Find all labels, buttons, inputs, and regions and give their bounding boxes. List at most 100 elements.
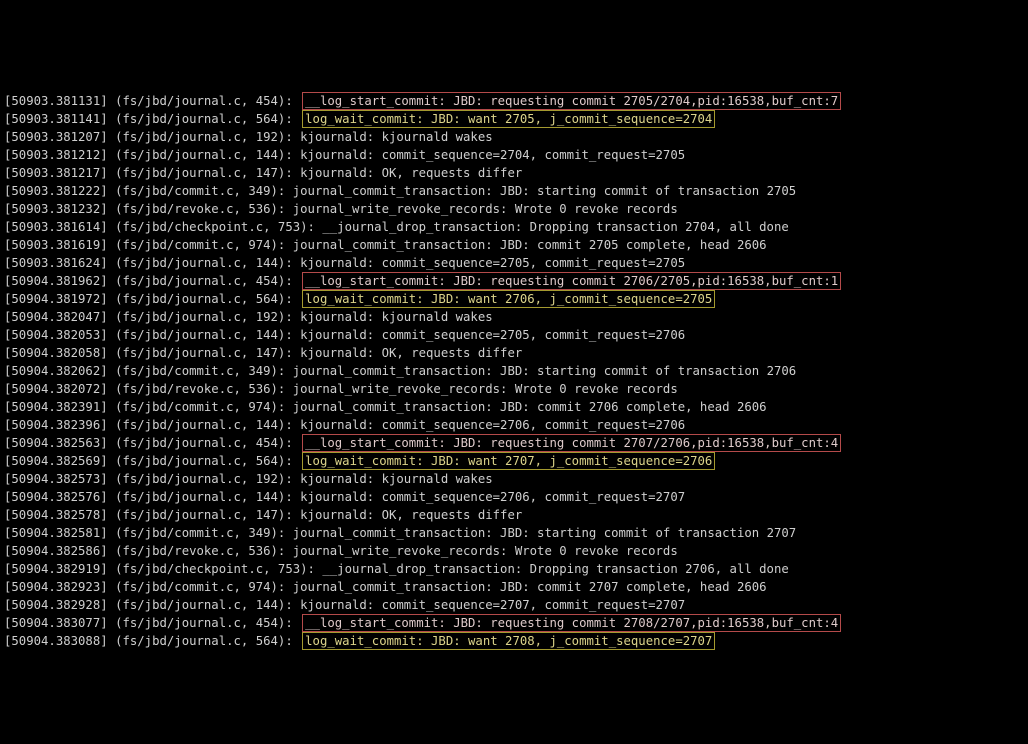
log-line: [50903.381619] (fs/jbd/commit.c, 974): j…	[4, 236, 1024, 254]
log-line: [50904.382047] (fs/jbd/journal.c, 192): …	[4, 308, 1024, 326]
timestamp: [50904.382053]	[4, 328, 108, 342]
log-line: [50904.382569] (fs/jbd/journal.c, 564): …	[4, 452, 1024, 470]
log-highlight-start-commit: __log_start_commit: JBD: requesting comm…	[302, 434, 841, 452]
log-message: kjournald: OK, requests differ	[300, 346, 522, 360]
source-ref: (fs/jbd/journal.c, 564):	[115, 454, 293, 468]
timestamp: [50904.382062]	[4, 364, 108, 378]
log-message: journal_write_revoke_records: Wrote 0 re…	[293, 544, 678, 558]
source-ref: (fs/jbd/journal.c, 564):	[115, 112, 293, 126]
log-line: [50904.381972] (fs/jbd/journal.c, 564): …	[4, 290, 1024, 308]
log-line: [50904.382586] (fs/jbd/revoke.c, 536): j…	[4, 542, 1024, 560]
timestamp: [50903.381624]	[4, 256, 108, 270]
source-ref: (fs/jbd/journal.c, 144):	[115, 256, 293, 270]
log-line: [50904.382072] (fs/jbd/revoke.c, 536): j…	[4, 380, 1024, 398]
log-message: kjournald: OK, requests differ	[300, 508, 522, 522]
source-ref: (fs/jbd/commit.c, 349):	[115, 184, 285, 198]
log-message: journal_write_revoke_records: Wrote 0 re…	[293, 382, 678, 396]
source-ref: (fs/jbd/journal.c, 192):	[115, 130, 293, 144]
log-line: [50904.382573] (fs/jbd/journal.c, 192): …	[4, 470, 1024, 488]
timestamp: [50904.382576]	[4, 490, 108, 504]
log-message: journal_commit_transaction: JBD: commit …	[293, 400, 767, 414]
source-ref: (fs/jbd/commit.c, 974):	[115, 580, 285, 594]
source-ref: (fs/jbd/commit.c, 974):	[115, 400, 285, 414]
log-message: kjournald: kjournald wakes	[300, 130, 493, 144]
source-ref: (fs/jbd/commit.c, 349):	[115, 526, 285, 540]
source-ref: (fs/jbd/journal.c, 192):	[115, 310, 293, 324]
timestamp: [50904.382928]	[4, 598, 108, 612]
source-ref: (fs/jbd/journal.c, 192):	[115, 472, 293, 486]
source-ref: (fs/jbd/journal.c, 454):	[115, 436, 293, 450]
timestamp: [50903.381217]	[4, 166, 108, 180]
log-highlight-start-commit: __log_start_commit: JBD: requesting comm…	[302, 614, 841, 632]
log-line: [50904.382928] (fs/jbd/journal.c, 144): …	[4, 596, 1024, 614]
log-message: __journal_drop_transaction: Dropping tra…	[322, 562, 788, 576]
log-line: [50903.381141] (fs/jbd/journal.c, 564): …	[4, 110, 1024, 128]
source-ref: (fs/jbd/journal.c, 147):	[115, 508, 293, 522]
timestamp: [50903.381131]	[4, 94, 108, 108]
timestamp: [50904.382581]	[4, 526, 108, 540]
log-line: [50903.381207] (fs/jbd/journal.c, 192): …	[4, 128, 1024, 146]
log-message: __journal_drop_transaction: Dropping tra…	[322, 220, 788, 234]
source-ref: (fs/jbd/revoke.c, 536):	[115, 382, 285, 396]
source-ref: (fs/jbd/commit.c, 349):	[115, 364, 285, 378]
log-line: [50904.382581] (fs/jbd/commit.c, 349): j…	[4, 524, 1024, 542]
source-ref: (fs/jbd/journal.c, 144):	[115, 148, 293, 162]
log-message: kjournald: commit_sequence=2704, commit_…	[300, 148, 685, 162]
timestamp: [50904.382578]	[4, 508, 108, 522]
timestamp: [50904.382072]	[4, 382, 108, 396]
log-line: [50904.382058] (fs/jbd/journal.c, 147): …	[4, 344, 1024, 362]
log-line: [50904.382919] (fs/jbd/checkpoint.c, 753…	[4, 560, 1024, 578]
log-highlight-wait-commit: log_wait_commit: JBD: want 2708, j_commi…	[302, 632, 715, 650]
log-line: [50904.381962] (fs/jbd/journal.c, 454): …	[4, 272, 1024, 290]
terminal-output[interactable]: [50903.381131] (fs/jbd/journal.c, 454): …	[0, 90, 1028, 654]
log-message: journal_commit_transaction: JBD: commit …	[293, 580, 767, 594]
source-ref: (fs/jbd/commit.c, 974):	[115, 238, 285, 252]
log-line: [50903.381222] (fs/jbd/commit.c, 349): j…	[4, 182, 1024, 200]
source-ref: (fs/jbd/journal.c, 454):	[115, 94, 293, 108]
timestamp: [50903.381619]	[4, 238, 108, 252]
log-message: kjournald: commit_sequence=2707, commit_…	[300, 598, 685, 612]
source-ref: (fs/jbd/journal.c, 564):	[115, 292, 293, 306]
source-ref: (fs/jbd/revoke.c, 536):	[115, 202, 285, 216]
timestamp: [50904.382396]	[4, 418, 108, 432]
timestamp: [50904.382573]	[4, 472, 108, 486]
source-ref: (fs/jbd/journal.c, 564):	[115, 634, 293, 648]
timestamp: [50903.381232]	[4, 202, 108, 216]
log-message: kjournald: commit_sequence=2706, commit_…	[300, 418, 685, 432]
log-line: [50903.381614] (fs/jbd/checkpoint.c, 753…	[4, 218, 1024, 236]
log-line: [50904.383077] (fs/jbd/journal.c, 454): …	[4, 614, 1024, 632]
log-line: [50904.382062] (fs/jbd/commit.c, 349): j…	[4, 362, 1024, 380]
log-message: kjournald: commit_sequence=2705, commit_…	[300, 328, 685, 342]
log-message: journal_write_revoke_records: Wrote 0 re…	[293, 202, 678, 216]
log-line: [50904.382576] (fs/jbd/journal.c, 144): …	[4, 488, 1024, 506]
log-line: [50904.382053] (fs/jbd/journal.c, 144): …	[4, 326, 1024, 344]
log-line: [50904.383088] (fs/jbd/journal.c, 564): …	[4, 632, 1024, 650]
log-highlight-wait-commit: log_wait_commit: JBD: want 2705, j_commi…	[302, 110, 715, 128]
log-highlight-start-commit: __log_start_commit: JBD: requesting comm…	[302, 92, 841, 110]
log-line: [50904.382578] (fs/jbd/journal.c, 147): …	[4, 506, 1024, 524]
timestamp: [50904.383088]	[4, 634, 108, 648]
timestamp: [50904.382586]	[4, 544, 108, 558]
log-message: kjournald: kjournald wakes	[300, 310, 493, 324]
log-message: kjournald: kjournald wakes	[300, 472, 493, 486]
timestamp: [50904.381972]	[4, 292, 108, 306]
source-ref: (fs/jbd/journal.c, 144):	[115, 418, 293, 432]
log-message: journal_commit_transaction: JBD: startin…	[293, 184, 796, 198]
log-message: journal_commit_transaction: JBD: commit …	[293, 238, 767, 252]
source-ref: (fs/jbd/journal.c, 454):	[115, 274, 293, 288]
source-ref: (fs/jbd/checkpoint.c, 753):	[115, 220, 315, 234]
timestamp: [50903.381207]	[4, 130, 108, 144]
timestamp: [50904.382047]	[4, 310, 108, 324]
log-line: [50903.381232] (fs/jbd/revoke.c, 536): j…	[4, 200, 1024, 218]
timestamp: [50903.381212]	[4, 148, 108, 162]
log-highlight-wait-commit: log_wait_commit: JBD: want 2707, j_commi…	[302, 452, 715, 470]
log-message: journal_commit_transaction: JBD: startin…	[293, 364, 796, 378]
log-highlight-wait-commit: log_wait_commit: JBD: want 2706, j_commi…	[302, 290, 715, 308]
log-line: [50904.382923] (fs/jbd/commit.c, 974): j…	[4, 578, 1024, 596]
source-ref: (fs/jbd/journal.c, 454):	[115, 616, 293, 630]
source-ref: (fs/jbd/journal.c, 144):	[115, 490, 293, 504]
timestamp: [50904.382058]	[4, 346, 108, 360]
timestamp: [50904.382391]	[4, 400, 108, 414]
timestamp: [50904.381962]	[4, 274, 108, 288]
log-line: [50903.381212] (fs/jbd/journal.c, 144): …	[4, 146, 1024, 164]
